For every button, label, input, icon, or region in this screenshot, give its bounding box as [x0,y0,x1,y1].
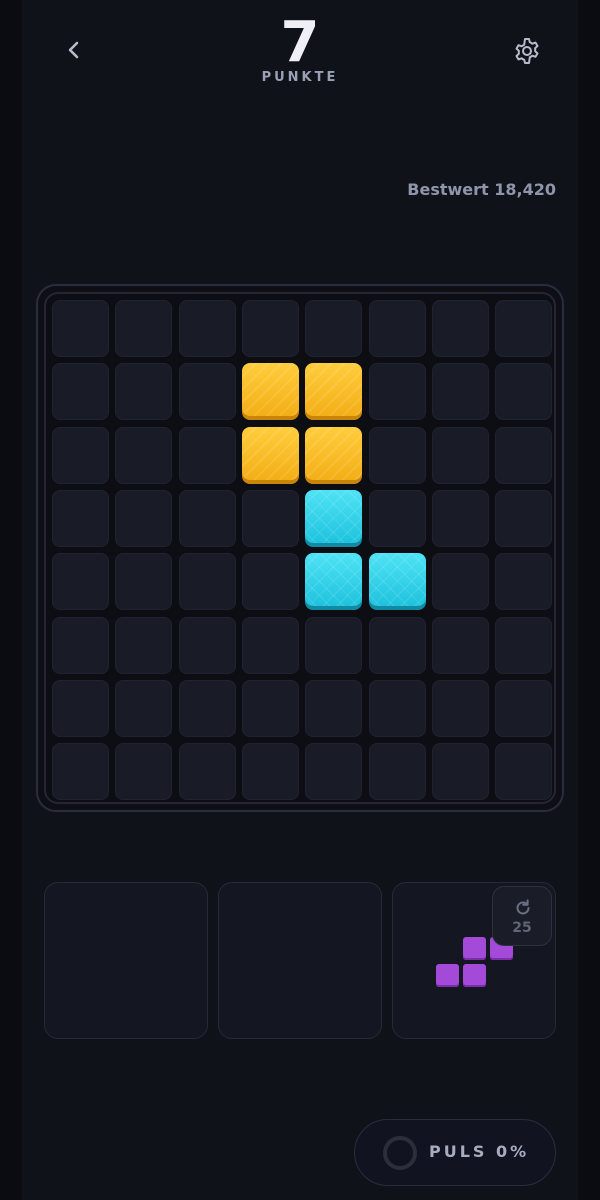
filled-cell-yellow[interactable] [242,427,299,484]
empty-cell[interactable] [369,300,426,357]
back-button[interactable] [56,32,92,68]
empty-cell[interactable] [242,300,299,357]
empty-cell[interactable] [115,427,172,484]
empty-cell[interactable] [179,553,236,610]
empty-cell[interactable] [52,363,109,420]
empty-cell[interactable] [179,617,236,674]
filled-cell-yellow[interactable] [242,363,299,420]
empty-cell[interactable] [369,617,426,674]
empty-cell[interactable] [115,743,172,800]
empty-cell[interactable] [52,617,109,674]
empty-cell[interactable] [179,300,236,357]
filled-cell-cyan[interactable] [305,490,362,547]
empty-cell[interactable] [432,363,489,420]
empty-cell[interactable] [495,363,552,420]
empty-cell[interactable] [495,427,552,484]
empty-cell[interactable] [52,680,109,737]
empty-cell[interactable] [432,553,489,610]
empty-cell[interactable] [369,743,426,800]
empty-cell[interactable] [115,363,172,420]
empty-cell[interactable] [242,743,299,800]
empty-cell[interactable] [115,617,172,674]
empty-cell[interactable] [179,427,236,484]
empty-cell[interactable] [369,490,426,547]
empty-cell[interactable] [179,363,236,420]
filled-cell-yellow[interactable] [305,427,362,484]
empty-cell[interactable] [115,680,172,737]
empty-cell[interactable] [52,553,109,610]
piece-block [463,937,486,960]
game-board[interactable] [44,292,556,804]
empty-cell[interactable] [495,617,552,674]
empty-cell[interactable] [432,300,489,357]
empty-cell[interactable] [369,363,426,420]
empty-cell[interactable] [52,490,109,547]
rotate-icon [516,899,530,915]
score-label: PUNKTE [261,70,339,85]
piece-slot-1[interactable] [44,882,208,1039]
score-value: 7 [280,10,320,75]
filled-cell-cyan[interactable] [305,553,362,610]
empty-cell[interactable] [432,680,489,737]
empty-cell[interactable] [432,490,489,547]
piece-slot-2[interactable] [218,882,382,1039]
filled-cell-cyan[interactable] [369,553,426,610]
piece-block [436,964,459,987]
chevron-left-icon [68,41,79,59]
empty-cell[interactable] [305,300,362,357]
pulse-label: PULS 0% [429,1142,530,1161]
empty-cell[interactable] [115,300,172,357]
empty-cell[interactable] [305,617,362,674]
empty-cell[interactable] [432,743,489,800]
empty-cell[interactable] [179,743,236,800]
rotations-remaining: 25 [512,920,532,936]
empty-cell[interactable] [432,617,489,674]
empty-cell[interactable] [179,680,236,737]
empty-cell[interactable] [179,490,236,547]
best-score: Bestwert 18,420 [407,180,556,199]
empty-cell[interactable] [495,680,552,737]
filled-cell-yellow[interactable] [305,363,362,420]
pulse-button[interactable]: PULS 0% [354,1119,556,1186]
empty-cell[interactable] [369,427,426,484]
empty-cell[interactable] [52,300,109,357]
empty-cell[interactable] [115,490,172,547]
empty-cell[interactable] [305,680,362,737]
empty-cell[interactable] [242,553,299,610]
empty-cell[interactable] [242,680,299,737]
empty-cell[interactable] [432,427,489,484]
empty-cell[interactable] [495,490,552,547]
empty-cell[interactable] [242,490,299,547]
empty-cell[interactable] [495,553,552,610]
gear-icon [515,38,539,64]
empty-cell[interactable] [52,427,109,484]
empty-cell[interactable] [369,680,426,737]
empty-cell[interactable] [495,743,552,800]
empty-cell[interactable] [115,553,172,610]
piece-block [463,964,486,987]
empty-cell[interactable] [242,617,299,674]
empty-cell[interactable] [305,743,362,800]
settings-button[interactable] [508,32,546,70]
pulse-progress-ring [383,1136,417,1170]
empty-cell[interactable] [52,743,109,800]
empty-cell[interactable] [495,300,552,357]
rotate-button[interactable]: 25 [492,886,552,946]
